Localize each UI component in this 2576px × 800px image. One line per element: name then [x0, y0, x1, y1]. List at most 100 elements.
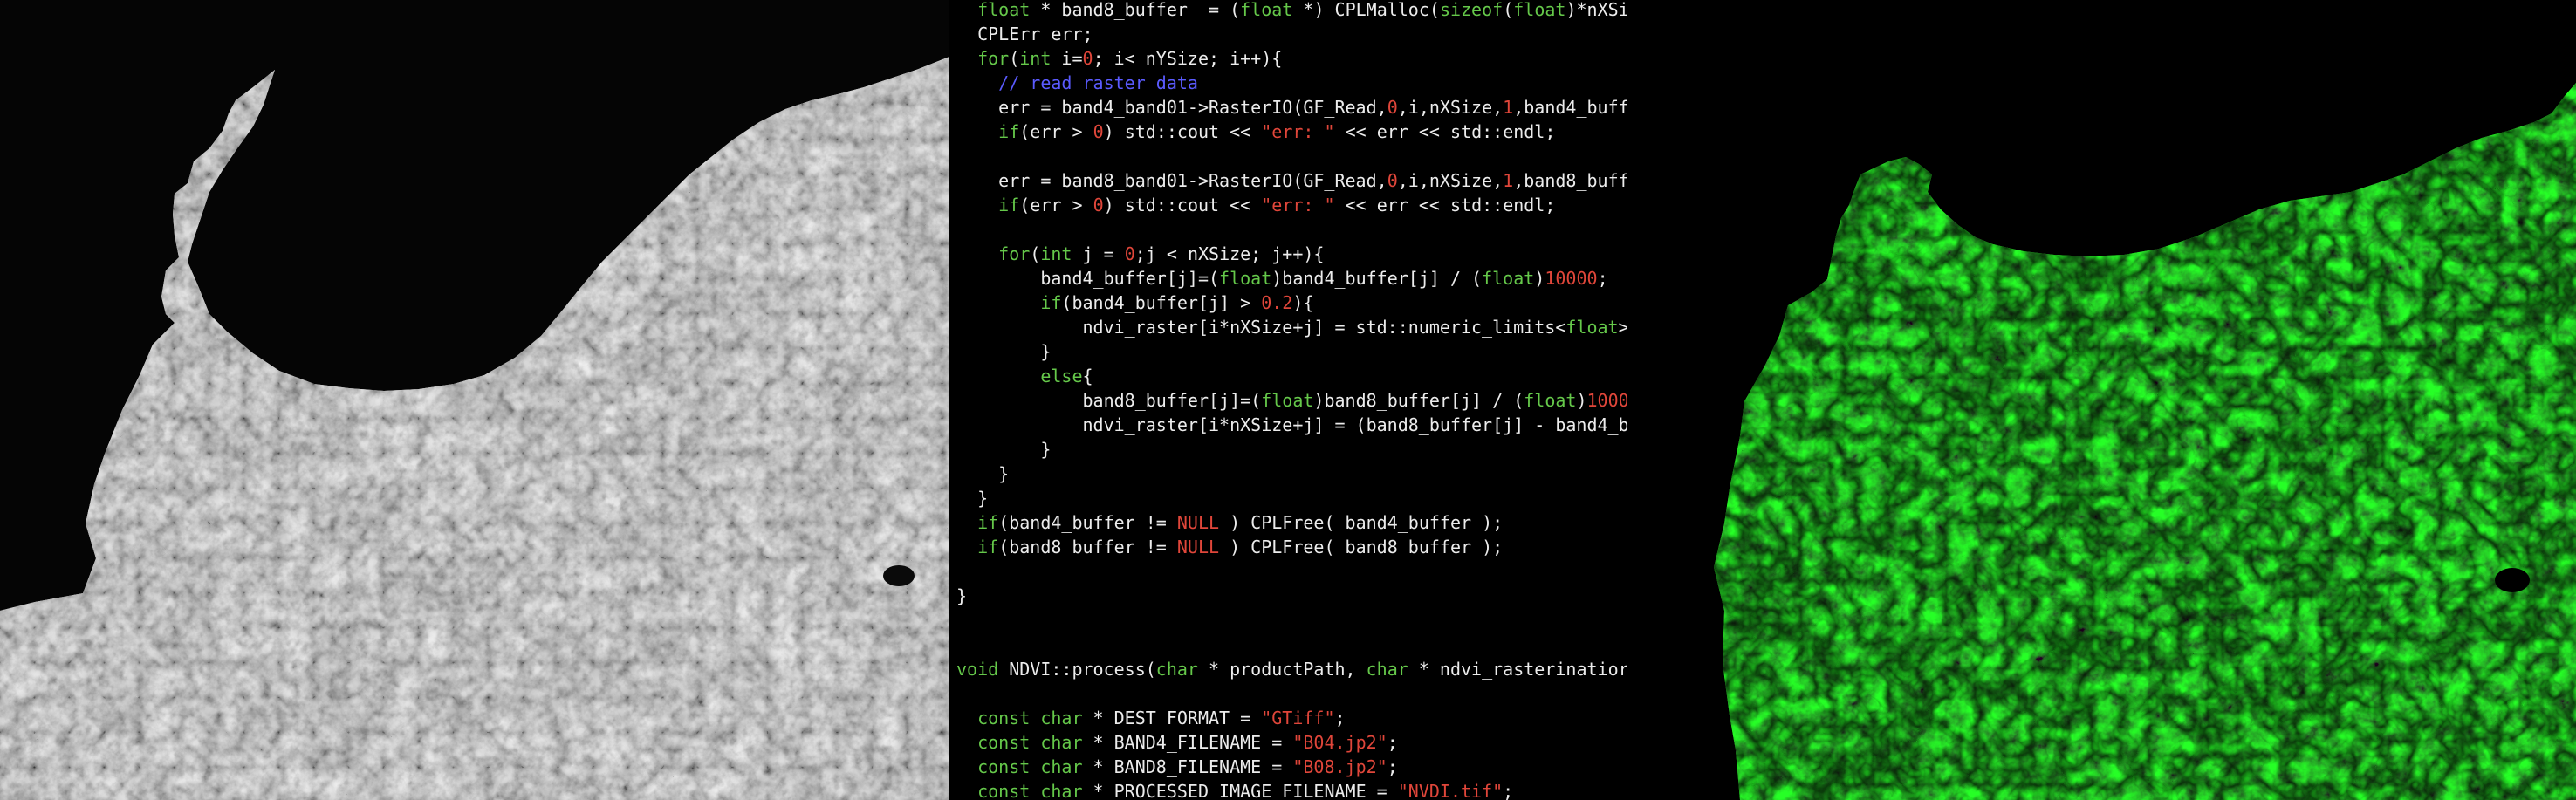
code-line[interactable]: void NDVI::process(char * productPath, c… — [956, 657, 1627, 681]
code-token: ; — [1503, 781, 1514, 800]
code-token: ) std::cout << — [1103, 121, 1262, 142]
code-token: 1000 — [1586, 390, 1627, 411]
code-token: ; — [1387, 756, 1398, 777]
code-line[interactable]: if(band4_buffer[j] > 0.2){ — [956, 291, 1313, 315]
code-token: ,i,nXSize, — [1397, 170, 1504, 191]
code-token: (err > — [1019, 195, 1093, 215]
code-token: "B08.jp2" — [1292, 756, 1387, 777]
code-line[interactable]: if(err > 0) std::cout << "err: " << err … — [956, 193, 1555, 217]
code-token: if — [998, 121, 1020, 142]
code-line[interactable]: err = band8_band01->RasterIO(GF_Read,0,i… — [956, 168, 1627, 193]
code-token: int — [1019, 48, 1052, 69]
code-line[interactable]: } — [956, 339, 1051, 364]
code-token: )band8_buffer[j] / ( — [1313, 390, 1524, 411]
code-token: ; — [1387, 732, 1398, 753]
code-token: ) — [1576, 390, 1587, 411]
code-token: ; — [1597, 268, 1608, 289]
code-token: i= — [1051, 48, 1083, 69]
code-token: * DEST_FORMAT = — [1082, 708, 1262, 728]
code-token: sizeof — [1439, 0, 1504, 20]
code-line[interactable]: if(band4_buffer != NULL ) CPLFree( band4… — [956, 510, 1503, 535]
code-token: ) CPLFree( band8_buffer ); — [1219, 537, 1504, 557]
coastline-land — [0, 57, 949, 800]
code-token: float — [1240, 0, 1293, 20]
code-token: * PROCESSED_IMAGE_FILENAME = — [1082, 781, 1398, 800]
code-token: for — [998, 243, 1031, 264]
grayscale-land-svg — [0, 57, 949, 800]
code-token: 0.2 — [1261, 292, 1293, 313]
code-token: if — [1040, 292, 1062, 313]
code-token: 0 — [1124, 243, 1135, 264]
code-line[interactable]: ndvi_raster[i*nXSize+j] = (band8_buffer[… — [956, 413, 1627, 437]
code-line[interactable]: // read raster data — [956, 71, 1198, 95]
code-token: * BAND8_FILENAME = — [1082, 756, 1293, 777]
code-token: band4_buffer[j]=( — [956, 268, 1220, 289]
code-token: char — [1155, 659, 1198, 680]
code-token: "GTiff" — [1261, 708, 1335, 728]
code-token: const char — [977, 732, 1083, 753]
code-token: float — [1513, 0, 1566, 20]
code-line[interactable]: if(err > 0) std::cout << "err: " << err … — [956, 120, 1555, 144]
code-line[interactable]: ndvi_raster[i*nXSize+j] = std::numeric_l… — [956, 315, 1627, 339]
code-token: } — [956, 463, 1010, 484]
code-token: 1 — [1503, 170, 1514, 191]
code-token: const char — [977, 756, 1083, 777]
code-token: )band4_buffer[j] / ( — [1271, 268, 1483, 289]
code-token: err = band4_band01->RasterIO(GF_Read, — [956, 97, 1387, 118]
code-token: * ndvi_rasterinatior — [1408, 659, 1627, 680]
code-line[interactable]: for(int i=0; i< nYSize; i++){ — [956, 46, 1282, 71]
code-token: (err > — [1019, 121, 1093, 142]
code-panel[interactable]: float * band8_buffer = (float *) CPLMall… — [949, 0, 1627, 800]
code-token: float — [1565, 317, 1619, 338]
code-line[interactable]: } — [956, 486, 988, 510]
code-line[interactable]: err = band4_band01->RasterIO(GF_Read,0,i… — [956, 95, 1627, 120]
code-line[interactable]: if(band8_buffer != NULL ) CPLFree( band8… — [956, 535, 1503, 559]
code-token: char — [1366, 659, 1408, 680]
ndvi-land-svg — [1714, 83, 2576, 800]
code-line[interactable]: const char * BAND8_FILENAME = "B08.jp2"; — [956, 755, 1398, 779]
code-line[interactable]: } — [956, 462, 1009, 486]
code-line[interactable]: const char * BAND4_FILENAME = "B04.jp2"; — [956, 730, 1398, 755]
code-line[interactable]: for(int j = 0;j < nXSize; j++){ — [956, 242, 1324, 266]
code-token: const char — [977, 708, 1083, 728]
code-token: 0 — [1093, 195, 1104, 215]
code-token: ( — [1030, 243, 1041, 264]
code-line[interactable]: CPLErr err; — [956, 22, 1093, 46]
code-token: j = — [1072, 243, 1125, 264]
code-line[interactable]: const char * DEST_FORMAT = "GTiff"; — [956, 706, 1345, 730]
code-token: // read raster data — [998, 72, 1198, 93]
code-token: int — [1040, 243, 1072, 264]
code-token: ndvi_raster[i*nXSize+j] = (band8_buffer[… — [956, 414, 1627, 435]
code-token: band8_buffer[j]=( — [956, 390, 1262, 411]
code-token: err = band8_band01->RasterIO(GF_Read, — [956, 170, 1387, 191]
code-line[interactable]: float * band8_buffer = (float *) CPLMall… — [956, 0, 1627, 22]
code-line[interactable]: } — [956, 584, 967, 608]
code-token: void — [956, 659, 999, 680]
code-token: 10000 — [1545, 268, 1598, 289]
code-line[interactable]: band4_buffer[j]=(float)band4_buffer[j] /… — [956, 266, 1608, 291]
code-token: * productPath, — [1197, 659, 1367, 680]
code-line[interactable]: band8_buffer[j]=( float)band8_buffer[j] /… — [956, 388, 1627, 413]
code-token: } — [956, 488, 989, 509]
code-token: NULL — [1176, 512, 1220, 533]
code-token: } — [956, 585, 968, 606]
code-token: float — [1524, 390, 1577, 411]
code-token: (band4_buffer[j] > — [1061, 292, 1262, 313]
code-token: )*nXSi — [1565, 0, 1627, 20]
code-line[interactable]: else{ — [956, 364, 1093, 388]
code-token: float — [1219, 268, 1272, 289]
code-token: NDVI::process( — [998, 659, 1156, 680]
code-token: 0 — [1387, 97, 1398, 118]
code-line[interactable]: } — [956, 437, 1051, 462]
code-line[interactable]: const char * PROCESSED_IMAGE_FILENAME = … — [956, 779, 1513, 800]
